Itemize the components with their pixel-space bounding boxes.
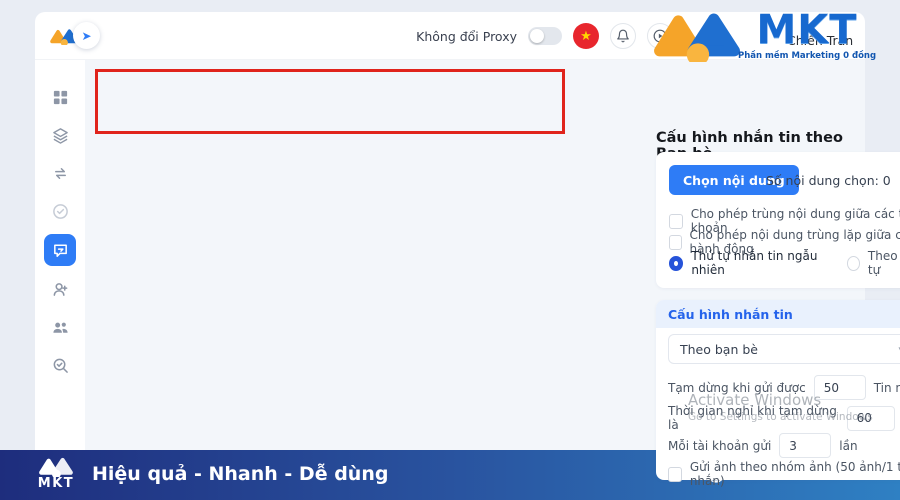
order-sequential-radio[interactable]	[847, 256, 860, 271]
sync-arrows-icon	[52, 165, 69, 182]
per-account-input[interactable]	[779, 433, 831, 458]
mkt-logo-icon	[36, 455, 76, 477]
rest-prefix-label: Thời gian nghỉ khi tạm dừng là	[668, 404, 839, 432]
send-photos-label: Gửi ảnh theo nhóm ảnh (50 ảnh/1 tin nhắn…	[690, 460, 900, 488]
pause-config-row: Tạm dừng khi gửi được Tin nhắn	[668, 375, 900, 400]
sidebar-item-scan[interactable]	[45, 350, 75, 380]
sidebar-item-groups[interactable]	[45, 312, 75, 342]
pause-suffix-label: Tin nhắn	[874, 381, 900, 395]
send-photos-row: Gửi ảnh theo nhóm ảnh (50 ảnh/1 tin nhắn…	[668, 460, 900, 488]
check-circle-icon	[52, 203, 69, 220]
message-config-title: Cấu hình nhắn tin	[668, 307, 793, 322]
brand-name: MKT	[756, 12, 857, 48]
main-content: Cấu hình nhắn tin theo Bạn bè Chọn nội d…	[85, 60, 865, 450]
sidebar-item-dashboard[interactable]	[45, 82, 75, 112]
per-account-suffix-label: lần	[839, 439, 857, 453]
footer-brand-name: MKT	[38, 477, 74, 491]
brand-tagline: Phần mềm Marketing 0 đồng	[738, 51, 876, 61]
sidebar-item-categories[interactable]	[45, 120, 75, 150]
content-selection-card: Chọn nội dung Số nội dung chọn: 0 Cho ph…	[656, 152, 900, 288]
rest-time-input[interactable]	[847, 406, 895, 431]
pause-prefix-label: Tạm dừng khi gửi được	[668, 381, 806, 395]
footer-mkt-logo: MKT	[33, 455, 79, 491]
mkt-brand-watermark: MKT Phần mềm Marketing 0 đồng	[638, 6, 884, 62]
order-sequential-label: Theo thứ tự	[868, 249, 900, 277]
send-photos-checkbox[interactable]	[668, 467, 682, 482]
chevron-right-icon: ➤	[81, 29, 91, 43]
layers-icon	[52, 127, 69, 144]
notifications-bell-icon[interactable]	[610, 23, 636, 49]
toggle-knob	[530, 29, 544, 43]
per-account-prefix-label: Mỗi tài khoản gửi	[668, 439, 771, 453]
sidebar-collapse-button[interactable]: ➤	[73, 22, 100, 49]
grid-icon	[52, 89, 69, 106]
sidebar-item-messaging[interactable]	[44, 234, 76, 266]
app-window: ➤ Chiến Trần Không đổi Proxy ★	[0, 0, 900, 500]
allow-duplicate-actions-checkbox[interactable]	[669, 235, 682, 250]
users-group-icon	[52, 319, 69, 336]
message-config-header[interactable]: Cấu hình nhắn tin	[656, 300, 900, 328]
rest-config-row: Thời gian nghỉ khi tạm dừng là giây	[668, 404, 900, 432]
send-mode-value: Theo bạn bè	[680, 342, 758, 357]
user-plus-icon	[52, 281, 69, 298]
message-order-row: Thứ tự nhắn tin ngẫu nhiên Theo thứ tự	[669, 249, 900, 277]
footer-slogan: Hiệu quả - Nhanh - Dễ dùng	[92, 463, 388, 485]
content-count-label: Số nội dung chọn: 0	[766, 173, 891, 188]
vietnam-flag-icon[interactable]: ★	[573, 23, 599, 49]
allow-duplicate-accounts-checkbox[interactable]	[669, 214, 683, 229]
proxy-toggle[interactable]	[528, 27, 562, 45]
send-mode-dropdown[interactable]: Theo bạn bè ▾	[668, 334, 900, 364]
order-random-label: Thứ tự nhắn tin ngẫu nhiên	[691, 249, 832, 277]
order-random-radio[interactable]	[669, 256, 683, 271]
per-account-config-row: Mỗi tài khoản gửi lần	[668, 433, 858, 458]
sidebar-item-interactions[interactable]	[45, 158, 75, 188]
sidebar-item-tasks[interactable]	[45, 196, 75, 226]
sidebar-nav	[35, 60, 85, 450]
proxy-toggle-label: Không đổi Proxy	[416, 29, 517, 44]
sidebar-item-add-friend[interactable]	[45, 274, 75, 304]
message-config-card: Cấu hình nhắn tin Theo bạn bè ▾ Tạm dừng…	[656, 300, 900, 480]
search-check-icon	[52, 357, 69, 374]
chat-message-icon	[52, 242, 69, 259]
bell-icon	[616, 29, 630, 43]
pause-count-input[interactable]	[814, 375, 866, 400]
